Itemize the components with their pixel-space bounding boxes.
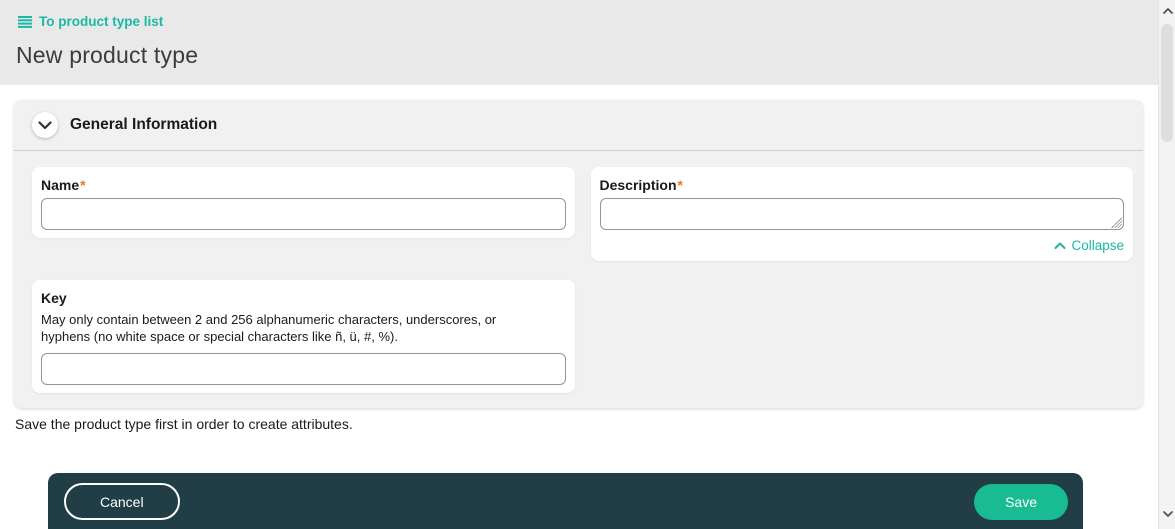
main-content: General Information Name* Description* C… (0, 85, 1158, 432)
key-label: Key (41, 290, 67, 306)
panel-header: General Information (14, 100, 1143, 151)
key-hint: May only contain between 2 and 256 alpha… (41, 312, 497, 344)
page-header: To product type list New product type (0, 0, 1158, 85)
scrollbar-thumb[interactable] (1161, 24, 1173, 142)
general-information-panel: General Information Name* Description* C… (14, 100, 1143, 408)
back-to-product-type-list-link[interactable]: To product type list (18, 14, 163, 29)
name-label-text: Name (41, 177, 80, 193)
description-field-card: Description* Collapse (590, 167, 1133, 261)
name-field-card: Name* (32, 167, 575, 238)
vertical-scrollbar[interactable] (1158, 0, 1175, 529)
page: To product type list New product type Ge… (0, 0, 1175, 529)
key-field-card: Key May only contain between 2 and 256 a… (32, 280, 575, 393)
attributes-note: Save the product type first in order to … (15, 416, 353, 432)
chevron-down-icon (38, 118, 52, 133)
page-title: New product type (16, 41, 199, 68)
description-textarea[interactable] (599, 198, 1124, 230)
resize-handle[interactable] (1111, 217, 1122, 228)
collapse-description-link[interactable]: Collapse (1054, 238, 1124, 253)
scroll-down-arrow[interactable] (1159, 505, 1175, 522)
collapse-link-label: Collapse (1071, 238, 1124, 253)
name-label: Name* (41, 177, 566, 193)
list-icon (18, 15, 32, 28)
description-label: Description* (600, 177, 1125, 193)
description-label-text: Description (599, 177, 677, 193)
scroll-up-arrow[interactable] (1159, 2, 1175, 19)
section-title: General Information (70, 116, 218, 133)
action-bar: Cancel Save (48, 473, 1083, 529)
required-asterisk: * (677, 177, 683, 193)
content-area: To product type list New product type Ge… (0, 0, 1158, 529)
save-button[interactable]: Save (974, 484, 1068, 520)
back-link-label: To product type list (39, 14, 164, 29)
cancel-button[interactable]: Cancel (64, 483, 180, 520)
collapse-row: Collapse (600, 238, 1124, 253)
panel-body: Name* Description* Collapse Key May only… (14, 151, 1143, 408)
required-asterisk: * (80, 177, 86, 193)
name-input[interactable] (41, 198, 566, 230)
collapse-section-button[interactable] (32, 112, 58, 138)
key-input[interactable] (41, 353, 566, 385)
description-textarea-wrap (599, 198, 1124, 230)
chevron-up-icon (1054, 238, 1066, 253)
